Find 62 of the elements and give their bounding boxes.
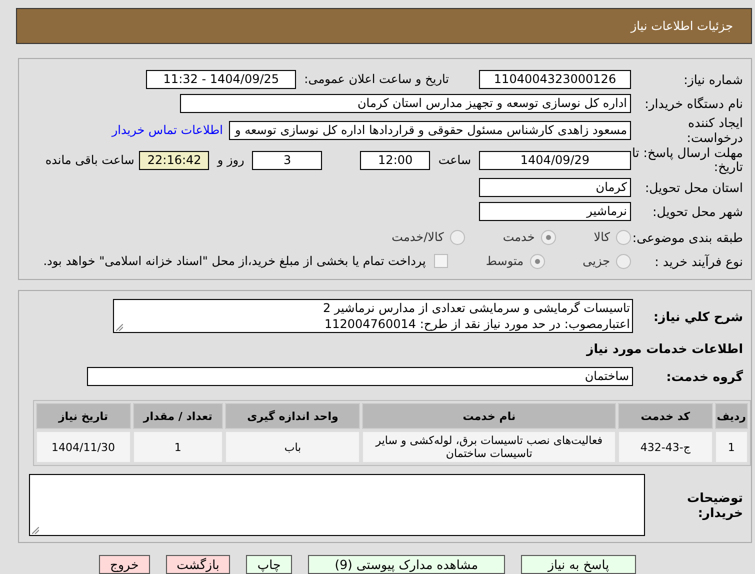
buyer-org-field: اداره کل نوسازی توسعه و تجهیز مدارس استان کرمان xyxy=(180,94,631,112)
field-label: شرح کلي نياز: xyxy=(652,308,744,324)
field-label: ساعت xyxy=(437,153,472,167)
option-label: کالا xyxy=(594,230,610,244)
field-label: گروه خدمت: xyxy=(665,368,744,384)
field-label: ایجاد کننده درخواست: xyxy=(686,115,744,145)
section-heading: اطلاعات خدمات مورد نیاز xyxy=(585,340,744,358)
field-label: طبقه بندی موضوعی: xyxy=(631,230,744,244)
field-label: استان محل تحویل: xyxy=(644,180,744,194)
buyer-notes-field[interactable] xyxy=(29,474,645,536)
radio-button[interactable] xyxy=(540,230,556,244)
column-header: تعداد / مقدار xyxy=(132,403,224,429)
province-field: کرمان xyxy=(479,178,631,196)
field-label: نام دستگاه خریدار: xyxy=(644,96,744,110)
contact-link[interactable]: اطلاعات تماس خریدار xyxy=(112,123,229,137)
option-label: متوسط xyxy=(486,254,524,268)
requester-field: مسعود زاهدی کارشناس مسئول حقوقی و قراردادها اداره کل نوسازی توسعه و xyxy=(229,120,631,140)
column-header: نام خدمت xyxy=(362,403,616,429)
description-field[interactable]: تاسیسات گرمایشی و سرمایشی تعدادی از مدارس نرماشیر 2 اعتبارمصوب: در حد مورد نیاز نقد از طرح: 112004760014 xyxy=(113,299,633,333)
field-label: تاریخ و ساعت اعلان عمومی: xyxy=(303,72,450,86)
page-title: جزئیات اطلاعات نیاز xyxy=(630,19,733,33)
table-cell: 1404/11/30 xyxy=(36,431,131,463)
radio-button[interactable] xyxy=(530,254,545,268)
time-field: 12:00 xyxy=(360,150,430,170)
payment-note: پرداخت تمام یا بخشی از مبلغ خرید،از محل "اسناد خزانه اسلامی" خواهد بود. xyxy=(43,254,426,268)
column-header: واحد اندازه گیری xyxy=(225,403,360,429)
action-button[interactable]: چاپ xyxy=(246,555,292,574)
remaining-time-field: 22:16:42 xyxy=(139,150,210,170)
table-cell: 1 xyxy=(714,431,748,463)
action-button[interactable]: مشاهده مدارک پیوستی (9) xyxy=(308,555,506,574)
table-cell: 1 xyxy=(132,431,224,463)
option-label: جزیی xyxy=(582,254,610,268)
date-field: 1404/09/29 xyxy=(479,150,631,170)
option-label: کالا/خدمت xyxy=(392,230,444,244)
radio-button[interactable] xyxy=(616,254,631,268)
column-header: کد خدمت xyxy=(618,403,713,429)
days-field: 3 xyxy=(252,150,322,170)
resize-grip-icon xyxy=(116,324,123,331)
radio-button[interactable] xyxy=(450,230,465,244)
field-label: مهلت ارسال پاسخ: تا تاریخ: xyxy=(631,146,744,174)
need-number-field: 1104004323000126 xyxy=(479,70,631,88)
resize-grip-icon xyxy=(32,527,39,534)
service-group-field: ساختمان xyxy=(87,366,633,386)
column-header: ردیف xyxy=(714,403,748,429)
table-cell: ج-43-432 xyxy=(618,431,713,463)
field-label: نوع فرآیند خرید : xyxy=(654,254,744,268)
field-label: شماره نیاز: xyxy=(682,72,744,86)
radio-button[interactable] xyxy=(616,230,631,244)
field-label: ساعت باقی مانده xyxy=(44,153,136,167)
field-label: توضیحات خریدار: xyxy=(686,490,744,520)
table-cell: باب xyxy=(225,431,360,463)
action-button[interactable]: پاسخ به نیاز xyxy=(521,555,636,574)
checkbox[interactable] xyxy=(434,254,448,268)
action-button[interactable]: بازگشت xyxy=(166,555,230,574)
table-cell: فعالیت‌های نصب تاسیسات برق، لوله‌کشی و سایر تاسیسات ساختمان xyxy=(362,431,616,463)
column-header: تاریخ نیاز xyxy=(36,403,131,429)
field-label: شهر محل تحویل: xyxy=(652,204,744,218)
field-label: روز و xyxy=(216,153,246,167)
option-label: خدمت xyxy=(502,230,535,244)
announce-date-field: 1404/09/25 - 11:32 xyxy=(146,70,296,88)
action-button[interactable]: خروج xyxy=(98,555,150,574)
city-field: نرماشیر xyxy=(479,202,631,220)
